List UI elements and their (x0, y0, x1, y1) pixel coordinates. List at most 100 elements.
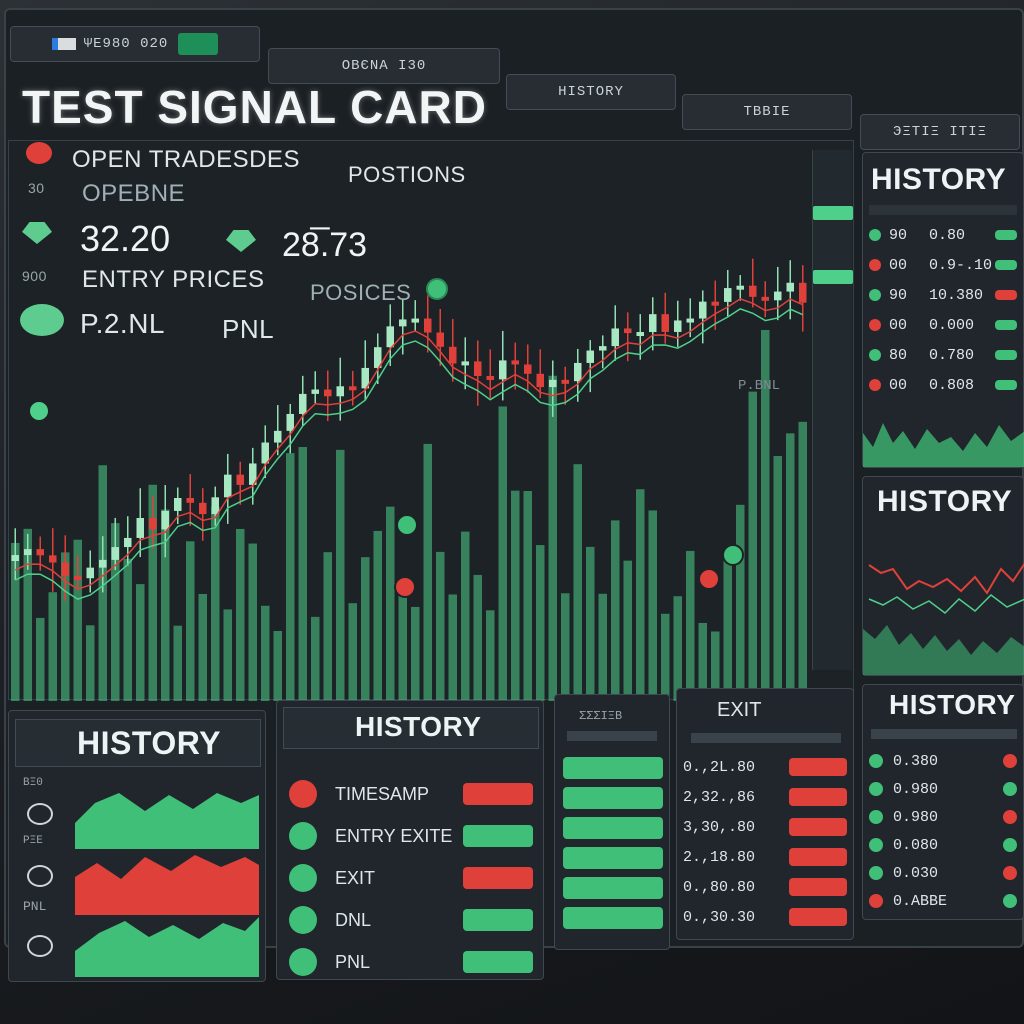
row-value: 90 (889, 226, 908, 244)
history-panel-b1: HISTORY ΒΞ0 ΡΞΕ PNL (8, 710, 266, 982)
volume-bar (723, 558, 732, 701)
alert-dot-icon (26, 142, 52, 164)
candle (161, 510, 169, 530)
tab-table[interactable]: TBBIE (682, 94, 852, 130)
table-row[interactable]: 0.,30.30 (683, 903, 847, 931)
history-area-charts (75, 793, 259, 977)
volume-bar (311, 616, 320, 701)
candle (711, 301, 719, 306)
candle (524, 364, 532, 374)
trade-marker[interactable] (396, 514, 418, 536)
table-row[interactable]: 90 0.80 (869, 221, 1017, 249)
candle (486, 375, 494, 380)
table-row[interactable]: 0.380 (869, 747, 1017, 775)
candle (536, 373, 544, 388)
row-label: PNL (335, 951, 371, 972)
table-row[interactable]: PNL (283, 945, 537, 979)
table-row[interactable]: 0.ABBE (869, 887, 1017, 915)
volume-bar (286, 453, 295, 701)
table-row[interactable]: 0.980 (869, 775, 1017, 803)
table-row[interactable]: 0.080 (869, 831, 1017, 859)
circle-icon (27, 935, 53, 957)
candle (699, 301, 707, 319)
row-value: 0.980 (893, 808, 939, 826)
table-row[interactable]: DNL (283, 903, 537, 937)
status-dot-icon (869, 349, 881, 361)
candle (549, 379, 557, 388)
candle (336, 386, 344, 397)
table-row[interactable]: 00 0.808 (869, 371, 1017, 399)
table-row[interactable]: 2,32.,86 (683, 783, 847, 811)
candle (761, 296, 769, 301)
row-badge (463, 867, 533, 889)
exit-panel-b4: EXIT 0.,2L.80 2,32.,86 3,30,.80 2.,18.80 0.,… (676, 688, 854, 940)
row-label: EXIT (335, 867, 376, 888)
trade-marker[interactable] (722, 544, 744, 566)
table-row[interactable]: 0.980 (869, 803, 1017, 831)
table-row[interactable]: EXIT (283, 861, 537, 895)
side-label: 30 (28, 180, 45, 196)
volume-bar (598, 593, 607, 701)
table-row[interactable]: 3,30,.80 (683, 813, 847, 841)
candle (511, 360, 519, 365)
row-badge (995, 380, 1017, 390)
volume-bar (736, 504, 745, 701)
row-value: 0.080 (893, 836, 939, 854)
status-dot-icon (426, 278, 448, 300)
row-badge (789, 758, 847, 776)
history-title: HISTORY (871, 163, 1007, 196)
row-value: 0.,30.30 (683, 908, 756, 926)
tab-label: ЭΞΤΙΞ ΙΤΙΞ (892, 124, 987, 140)
chart-annotation: P.BNL (738, 378, 781, 394)
row-label: DNL (335, 909, 372, 930)
history-line-chart (863, 562, 1024, 675)
status-dot-icon (1003, 838, 1017, 852)
volume-bar (498, 406, 507, 701)
row-value: 2.,18.80 (683, 848, 756, 866)
candle (624, 328, 632, 334)
candle (299, 393, 307, 414)
volume-bar (211, 506, 220, 701)
tab-history[interactable]: HISTORY (506, 74, 676, 110)
table-row[interactable]: 0.,80.80 (683, 873, 847, 901)
tab-main[interactable]: ΨΕ980 020 (10, 26, 260, 62)
table-row[interactable]: 2.,18.80 (683, 843, 847, 871)
volume-bar (386, 506, 395, 701)
volume-bar (323, 552, 332, 701)
table-row[interactable]: TIMESAMP (283, 777, 537, 811)
candle (474, 361, 482, 376)
candle (799, 282, 807, 303)
candle (424, 318, 432, 333)
table-row[interactable]: 90 10.380 (869, 281, 1017, 309)
trade-marker[interactable] (28, 400, 50, 422)
trade-marker[interactable] (698, 568, 720, 590)
row-badge (789, 878, 847, 896)
history-panel-mid: HISTORY (862, 476, 1024, 676)
row-badge (995, 260, 1017, 270)
candle (86, 567, 94, 579)
table-row[interactable]: ENTRY EXITE (283, 819, 537, 853)
table-row[interactable]: 00 0.000 (869, 311, 1017, 339)
row-value: 0.000 (929, 316, 975, 334)
candle (224, 474, 232, 498)
tab-extra[interactable]: ЭΞΤΙΞ ΙΤΙΞ (860, 114, 1020, 150)
status-dot-icon (869, 894, 883, 908)
moving-average-line (14, 308, 804, 600)
table-row[interactable]: 80 0.780 (869, 341, 1017, 369)
candle (561, 379, 569, 384)
table-row[interactable]: 0.,2L.80 (683, 753, 847, 781)
volume-bar (261, 605, 270, 701)
status-dot-icon (1003, 782, 1017, 796)
table-row[interactable]: 0.030 (869, 859, 1017, 887)
volume-bar (223, 609, 232, 701)
status-dot-icon (869, 259, 881, 271)
status-dot-icon (869, 289, 881, 301)
volume-bar (86, 625, 95, 701)
trade-marker[interactable] (394, 576, 416, 598)
status-bar (563, 817, 663, 839)
candle (649, 314, 657, 333)
history-title: HISTORY (355, 711, 482, 742)
tab-open[interactable]: OBЄNA Ι30 (268, 48, 500, 84)
candle (286, 413, 294, 431)
table-row[interactable]: 00 0.9-.10 (869, 251, 1017, 279)
